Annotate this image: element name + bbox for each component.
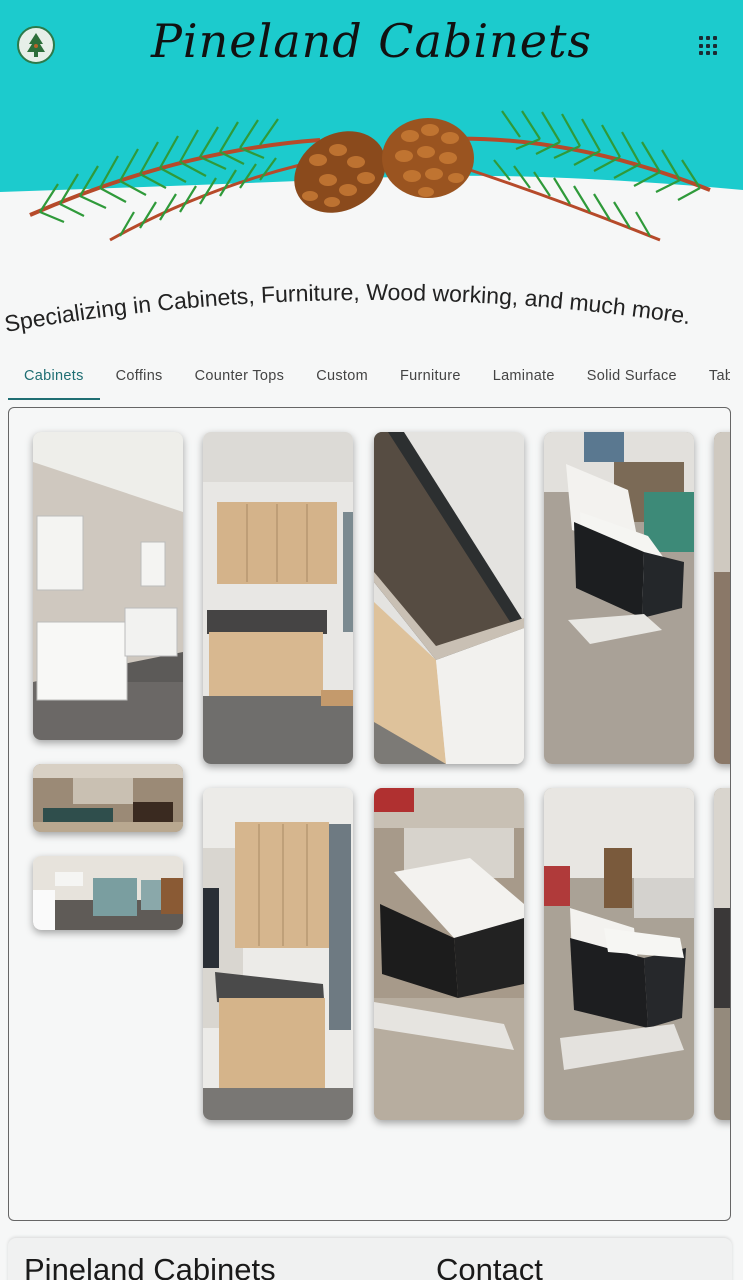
gallery-photo[interactable]: [374, 788, 524, 1120]
category-tabs: Cabinets Coffins Counter Tops Custom Furnitu…: [8, 356, 730, 400]
gallery-photo[interactable]: [203, 432, 353, 764]
gallery-photo[interactable]: [714, 432, 730, 764]
tab-counter-tops[interactable]: Counter Tops: [179, 356, 301, 400]
footer-contact-heading: Contact: [436, 1252, 543, 1280]
gallery-photo[interactable]: [544, 788, 694, 1120]
gallery-photo[interactable]: [714, 788, 730, 1120]
grid-menu-icon[interactable]: [699, 36, 719, 56]
gallery-photo[interactable]: [203, 788, 353, 1120]
gallery-photo[interactable]: [374, 432, 524, 764]
tab-cabinets[interactable]: Cabinets: [8, 356, 100, 400]
gallery-photo[interactable]: [33, 856, 183, 930]
gallery-photo[interactable]: [33, 764, 183, 832]
tab-furniture[interactable]: Furniture: [384, 356, 477, 400]
tagline: Specializing in Cabinets, Furniture, Woo…: [2, 280, 692, 337]
gallery-photo[interactable]: [544, 432, 694, 764]
tab-coffins[interactable]: Coffins: [100, 356, 179, 400]
gallery-photo[interactable]: [33, 432, 183, 740]
tab-solid-surface[interactable]: Solid Surface: [571, 356, 693, 400]
photo-gallery: [8, 407, 731, 1221]
footer-company-heading: Pineland Cabinets: [24, 1252, 276, 1280]
tab-laminate[interactable]: Laminate: [477, 356, 571, 400]
site-footer: Pineland Cabinets Contact: [8, 1238, 732, 1280]
tab-tables[interactable]: Tab: [693, 356, 730, 400]
tagline-text: Specializing in Cabinets, Furniture, Woo…: [2, 280, 692, 337]
site-brand-title[interactable]: Pineland Cabinets: [0, 14, 743, 68]
site-header: Pineland Cabinets: [0, 0, 743, 260]
tab-custom[interactable]: Custom: [300, 356, 384, 400]
